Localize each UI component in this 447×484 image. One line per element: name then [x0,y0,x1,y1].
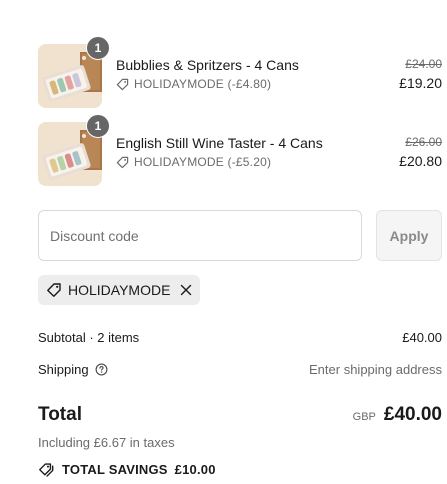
tag-icon [116,156,129,168]
item-discount-text: HOLIDAYMODE (-£5.20) [134,155,272,169]
taxes-note: Including £6.67 in taxes [38,435,175,450]
original-price: £26.00 [405,135,442,149]
product-thumbnail-wrapper: 1 [38,114,110,186]
tag-icon [47,283,61,297]
discount-code-input[interactable] [38,210,362,261]
subtotal-label: Subtotal · 2 items [38,330,140,345]
line-item: 1 Bubblies & Spritzers - 4 Cans HOLIDAYM… [38,36,442,108]
total-amount: £40.00 [383,404,442,425]
item-discount: HOLIDAYMODE (-£4.80) [116,77,299,91]
quantity-badge: 1 [86,36,110,60]
subtotal-row: Subtotal · 2 items £40.00 [38,330,442,345]
applied-discount-code: HOLIDAYMODE [68,282,171,298]
savings-label: TOTAL SAVINGS [62,462,168,477]
total-row: Total GBP £40.00 [38,404,442,426]
currency-code: GBP [352,411,376,423]
item-info: Bubblies & Spritzers - 4 Cans HOLIDAYMOD… [116,56,299,91]
total-savings: TOTAL SAVINGS £10.00 [38,462,216,477]
discount-form: Apply [38,210,442,261]
close-icon [181,284,192,296]
help-circle-icon[interactable] [95,363,108,376]
savings-tag-icon [39,463,54,477]
line-item: 1 English Still Wine Taster - 4 Cans HOL… [38,114,442,186]
total-label: Total [38,404,82,425]
item-prices: £26.00 £20.80 [399,134,442,169]
order-summary: 1 Bubblies & Spritzers - 4 Cans HOLIDAYM… [0,0,447,484]
shipping-label-group: Shipping [38,362,108,377]
subtotal-value: £40.00 [402,330,442,345]
item-discount: HOLIDAYMODE (-£5.20) [116,155,323,169]
shipping-label: Shipping [38,362,89,377]
apply-button[interactable]: Apply [376,210,442,261]
tag-icon [116,78,129,90]
final-price: £19.20 [399,75,442,91]
shipping-row: Shipping Enter shipping address [38,362,442,377]
final-price: £20.80 [399,153,442,169]
remove-discount-button[interactable] [180,284,192,296]
item-info: English Still Wine Taster - 4 Cans HOLID… [116,134,323,169]
original-price: £24.00 [405,57,442,71]
product-title: Bubblies & Spritzers - 4 Cans [116,57,299,73]
item-discount-text: HOLIDAYMODE (-£4.80) [134,77,272,91]
product-title: English Still Wine Taster - 4 Cans [116,135,323,151]
product-thumbnail-wrapper: 1 [38,36,110,108]
item-prices: £24.00 £19.20 [399,56,442,91]
total-amount-group: GBP £40.00 [353,404,442,426]
shipping-value: Enter shipping address [309,362,442,377]
quantity-badge: 1 [86,114,110,138]
applied-discount-chip: HOLIDAYMODE [38,275,201,305]
savings-amount: £10.00 [174,462,216,477]
